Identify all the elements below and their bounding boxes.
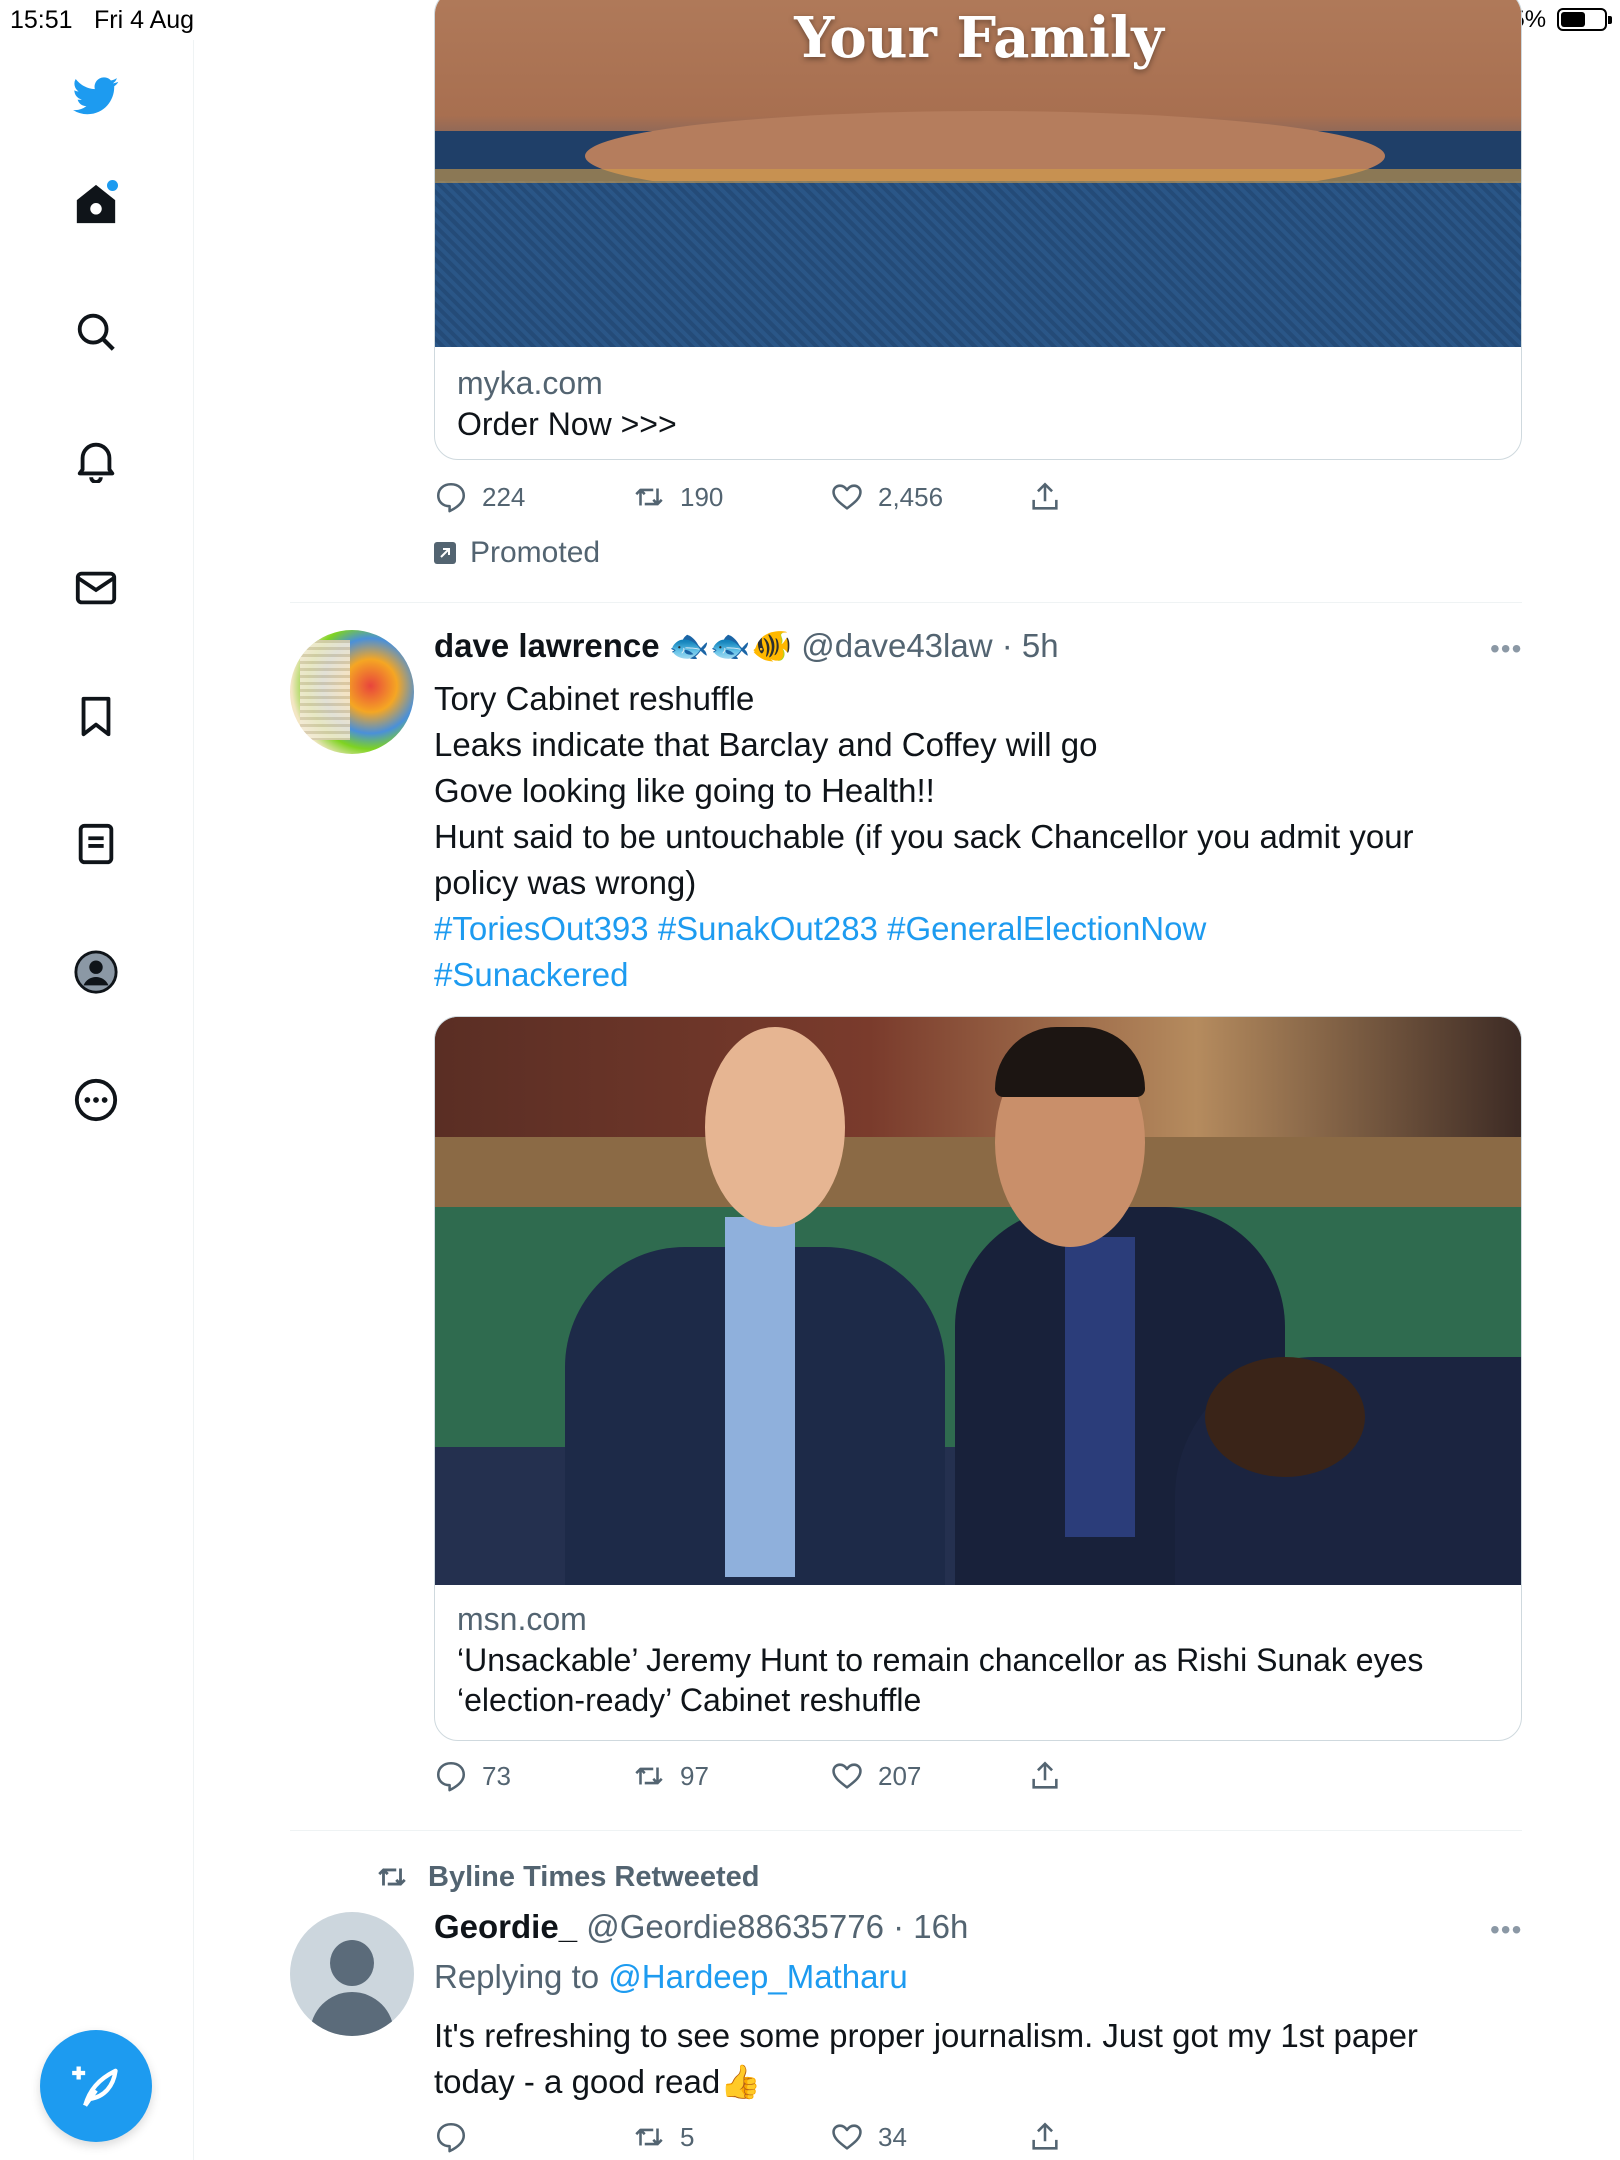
promoted-label: Promoted bbox=[434, 536, 600, 570]
share-button[interactable] bbox=[1028, 1759, 1076, 1793]
card-title: Order Now >>> bbox=[457, 406, 677, 442]
hashtag-link[interactable]: #Sunackered bbox=[434, 956, 628, 993]
reply-count: 224 bbox=[482, 481, 526, 512]
news-photo bbox=[435, 1017, 1521, 1585]
tweet-more-options[interactable]: ••• bbox=[1490, 1914, 1522, 1946]
home-icon[interactable] bbox=[64, 172, 128, 236]
more-options-icon[interactable] bbox=[64, 1068, 128, 1132]
name-emojis: 🐟🐟🐠 bbox=[668, 627, 793, 664]
tweet-more-options[interactable]: ••• bbox=[1490, 633, 1522, 665]
like-count: 34 bbox=[878, 2121, 907, 2152]
tweet-line: Gove looking like going to Health!! bbox=[434, 772, 935, 809]
hashtag-link[interactable]: #SunakOut283 bbox=[658, 910, 878, 947]
like-button[interactable]: 2,456 bbox=[830, 480, 943, 514]
tweet-time[interactable]: · 5h bbox=[1002, 627, 1059, 664]
retweet-icon bbox=[378, 1868, 406, 1886]
retweeted-by-label: Byline Times Retweeted bbox=[372, 1860, 759, 1894]
retweet-icon bbox=[635, 2128, 663, 2146]
retweet-count: 97 bbox=[680, 1760, 709, 1791]
twitter-logo-icon[interactable] bbox=[64, 64, 128, 128]
timeline-feed: Your Family myka.com Order Now >>> 224 1… bbox=[290, 0, 1522, 2160]
retweet-button[interactable]: 190 bbox=[632, 480, 723, 514]
reply-button[interactable]: 224 bbox=[434, 480, 525, 514]
share-button[interactable] bbox=[1028, 480, 1076, 514]
retweet-icon bbox=[635, 1767, 663, 1785]
promoted-arrow-icon bbox=[434, 542, 456, 564]
share-button[interactable] bbox=[1028, 2120, 1076, 2154]
status-date: Fri 4 Aug bbox=[94, 6, 195, 34]
ad-tweet-actions: 224 190 2,456 bbox=[434, 480, 1114, 520]
retweet-button[interactable]: 5 bbox=[632, 2120, 694, 2154]
retweet-count: 190 bbox=[680, 481, 724, 512]
reply-icon bbox=[436, 1761, 466, 1792]
tweet-header: Geordie_ @Geordie88635776 · 16h bbox=[434, 1908, 968, 1946]
tweet-divider bbox=[290, 1830, 1522, 1831]
avatar[interactable] bbox=[290, 630, 414, 754]
share-icon bbox=[1032, 1761, 1058, 1789]
compose-tweet-button[interactable] bbox=[40, 2030, 152, 2142]
tweet-text: Tory Cabinet reshuffle Leaks indicate th… bbox=[434, 676, 1494, 998]
retweeted-by-text[interactable]: Byline Times Retweeted bbox=[428, 1861, 759, 1894]
tweet-text: It's refreshing to see some proper journ… bbox=[434, 2017, 1418, 2100]
replying-prefix: Replying to bbox=[434, 1958, 600, 1995]
tweet-actions: 5 34 bbox=[434, 2120, 1114, 2160]
tweet-header: dave lawrence 🐟🐟🐠 @dave43law · 5h bbox=[434, 627, 1059, 666]
like-button[interactable]: 207 bbox=[830, 1759, 921, 1793]
news-link-card[interactable]: msn.com ‘Unsackable’ Jeremy Hunt to rema… bbox=[434, 1016, 1522, 1741]
retweet-icon bbox=[635, 488, 663, 506]
profile-avatar-icon[interactable] bbox=[64, 940, 128, 1004]
card-domain: msn.com bbox=[457, 1601, 587, 1637]
ad-link-card[interactable]: Your Family myka.com Order Now >>> bbox=[434, 0, 1522, 460]
reply-icon bbox=[436, 2122, 466, 2153]
mention-link[interactable]: @Hardeep_Matharu bbox=[608, 1958, 908, 1995]
promoted-text: Promoted bbox=[470, 536, 601, 569]
tweet-time[interactable]: · 16h bbox=[893, 1908, 968, 1945]
heart-icon bbox=[832, 484, 862, 510]
display-name[interactable]: Geordie_ bbox=[434, 1908, 577, 1945]
tweet-divider bbox=[290, 602, 1522, 603]
card-title: ‘Unsackable’ Jeremy Hunt to remain chanc… bbox=[457, 1642, 1424, 1718]
battery-icon bbox=[1557, 8, 1612, 31]
card-domain: myka.com bbox=[457, 365, 603, 401]
tweet-line: Leaks indicate that Barclay and Coffey w… bbox=[434, 726, 1098, 763]
heart-icon bbox=[832, 1763, 862, 1789]
bookmark-icon[interactable] bbox=[64, 684, 128, 748]
lists-icon[interactable] bbox=[64, 812, 128, 876]
tweet-actions: 73 97 207 bbox=[434, 1759, 1114, 1799]
feather-plus-icon bbox=[72, 2066, 118, 2107]
like-button[interactable]: 34 bbox=[830, 2120, 907, 2154]
tweet-line: Tory Cabinet reshuffle bbox=[434, 680, 755, 717]
notifications-bell-icon[interactable] bbox=[64, 428, 128, 492]
reply-icon bbox=[436, 482, 466, 513]
hashtag-link[interactable]: #GeneralElectionNow bbox=[887, 910, 1206, 947]
reply-count: 73 bbox=[482, 1760, 511, 1791]
hashtag-link[interactable]: #ToriesOut393 bbox=[434, 910, 649, 947]
share-icon bbox=[1032, 2122, 1058, 2150]
share-icon bbox=[1032, 482, 1058, 510]
display-name[interactable]: dave lawrence bbox=[434, 627, 660, 664]
user-handle[interactable]: @Geordie88635776 bbox=[586, 1908, 884, 1945]
search-icon[interactable] bbox=[64, 300, 128, 364]
messages-envelope-icon[interactable] bbox=[64, 556, 128, 620]
user-handle[interactable]: @dave43law bbox=[801, 627, 992, 664]
avatar[interactable] bbox=[290, 1912, 414, 2036]
unread-dot bbox=[107, 180, 118, 191]
like-count: 2,456 bbox=[878, 481, 944, 512]
ad-image-text: Your Family bbox=[794, 5, 1164, 71]
retweet-button[interactable]: 97 bbox=[632, 1759, 709, 1793]
status-time: 15:51 bbox=[10, 6, 73, 34]
tweet-line: Hunt said to be untouchable (if you sack… bbox=[434, 818, 1414, 901]
heart-icon bbox=[832, 2124, 862, 2150]
like-count: 207 bbox=[878, 1760, 922, 1791]
sidebar-nav bbox=[0, 40, 194, 2160]
reply-button[interactable] bbox=[434, 2120, 482, 2154]
retweet-count: 5 bbox=[680, 2121, 695, 2152]
reply-button[interactable]: 73 bbox=[434, 1759, 511, 1793]
ad-image: Your Family bbox=[435, 0, 1521, 347]
replying-to: Replying to @Hardeep_Matharu bbox=[434, 1958, 908, 1996]
